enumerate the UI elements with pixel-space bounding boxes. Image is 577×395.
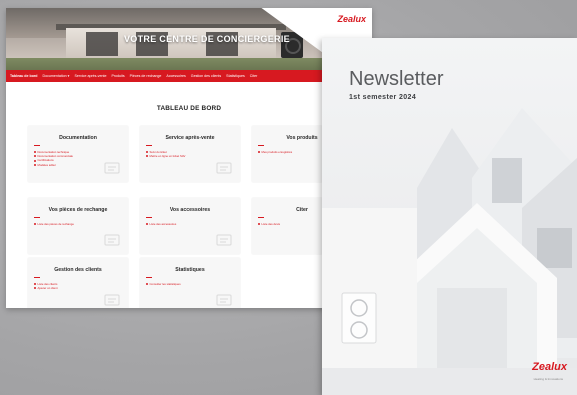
card-title: Vos accessoires	[169, 207, 211, 213]
card-links: Consulter les statistiques	[146, 282, 181, 286]
dashboard-card[interactable]: Documentation Documentation technique Docu…	[28, 126, 128, 182]
card-divider	[146, 145, 152, 146]
card-links: Documentation technique Documentation com…	[34, 150, 73, 167]
nav-item[interactable]: Tableau de bord	[10, 74, 38, 78]
dashboard-card[interactable]: Service après-vente Suivi du ticket Mettre…	[140, 126, 240, 182]
card-title: Statistiques	[175, 267, 205, 273]
card-divider	[146, 277, 152, 278]
card-link[interactable]: Liste des pièces de rechange	[34, 222, 74, 226]
nav-item[interactable]: Gestion des clients	[191, 74, 221, 78]
dashboard-card[interactable]: Statistiques Consulter les statistiques	[140, 258, 240, 308]
hero-title: VOTRE CENTRE DE CONCIERGERIE	[124, 34, 290, 44]
card-divider	[34, 277, 40, 278]
card-links: Mes produits enregistrés	[258, 150, 293, 154]
nav-item[interactable]: Accessoires	[166, 74, 185, 78]
nav-item[interactable]: Pièces de rechange	[130, 74, 162, 78]
card-title: Gestion des clients	[54, 267, 102, 273]
card-title: Documentation	[59, 135, 97, 141]
card-links: Liste des accessoires	[146, 222, 177, 226]
newsletter-cover: Newsletter 1st semester 2024 Zealux Heat…	[322, 38, 577, 395]
card-link[interactable]: Modèles éditer	[34, 163, 73, 167]
card-divider	[34, 145, 40, 146]
card-title: Service après-vente	[165, 135, 215, 141]
main-nav: Tableau de bord Documentation ▾ Service ap…	[6, 70, 372, 82]
dashboard-card[interactable]: Vos accessoires Liste des accessoires	[140, 198, 240, 254]
card-divider	[34, 217, 40, 218]
card-title: Vos pièces de rechange	[48, 207, 108, 213]
card-link[interactable]: Mes produits enregistrés	[258, 150, 293, 154]
chart-icon	[216, 294, 232, 306]
dashboard-title: TABLEAU DE BORD	[156, 105, 222, 112]
dashboard-card[interactable]: Gestion des clients Liste des clients Ajou…	[28, 258, 128, 308]
nav-item[interactable]: Statistiques	[226, 74, 245, 78]
card-divider	[258, 145, 264, 146]
document-icon	[104, 162, 120, 174]
card-link[interactable]: Liste des accessoires	[146, 222, 177, 226]
nav-item[interactable]: Citer	[250, 74, 258, 78]
card-link[interactable]: Mettre en ligne un ticket SAV	[146, 154, 186, 158]
brand-logo[interactable]: Zealux	[337, 14, 366, 24]
nav-item[interactable]: Documentation ▾	[43, 74, 70, 78]
nav-item[interactable]: Produits	[111, 74, 124, 78]
hero-banner: VOTRE CENTRE DE CONCIERGERIE Zealux	[6, 8, 372, 70]
newsletter-subtitle: 1st semester 2024	[349, 94, 417, 101]
card-links: Suivi du ticket Mettre en ligne un ticket…	[146, 150, 186, 158]
portal-window: VOTRE CENTRE DE CONCIERGERIE Zealux Tabl…	[6, 8, 372, 308]
card-links: Liste des pièces de rechange	[34, 222, 74, 226]
newsletter-brand-logo: Zealux	[532, 361, 567, 373]
nav-item[interactable]: Service après-vente	[74, 74, 106, 78]
card-link[interactable]: Ajouter un client	[34, 286, 58, 290]
house-illustration	[322, 38, 577, 395]
card-divider	[146, 217, 152, 218]
card-link[interactable]: Liste des devis	[258, 222, 281, 226]
parts-icon	[104, 234, 120, 246]
card-link[interactable]: Consulter les statistiques	[146, 282, 181, 286]
card-links: Liste des devis	[258, 222, 281, 226]
dashboard-card[interactable]: Vos pièces de rechange Liste des pièces d…	[28, 198, 128, 254]
newsletter-title: Newsletter	[349, 68, 444, 90]
accessory-icon	[216, 234, 232, 246]
card-divider	[258, 217, 264, 218]
wrench-icon	[216, 162, 232, 174]
newsletter-tagline: Heating & Innovations	[533, 377, 563, 381]
clients-icon	[104, 294, 120, 306]
card-links: Liste des clients Ajouter un client	[34, 282, 58, 290]
